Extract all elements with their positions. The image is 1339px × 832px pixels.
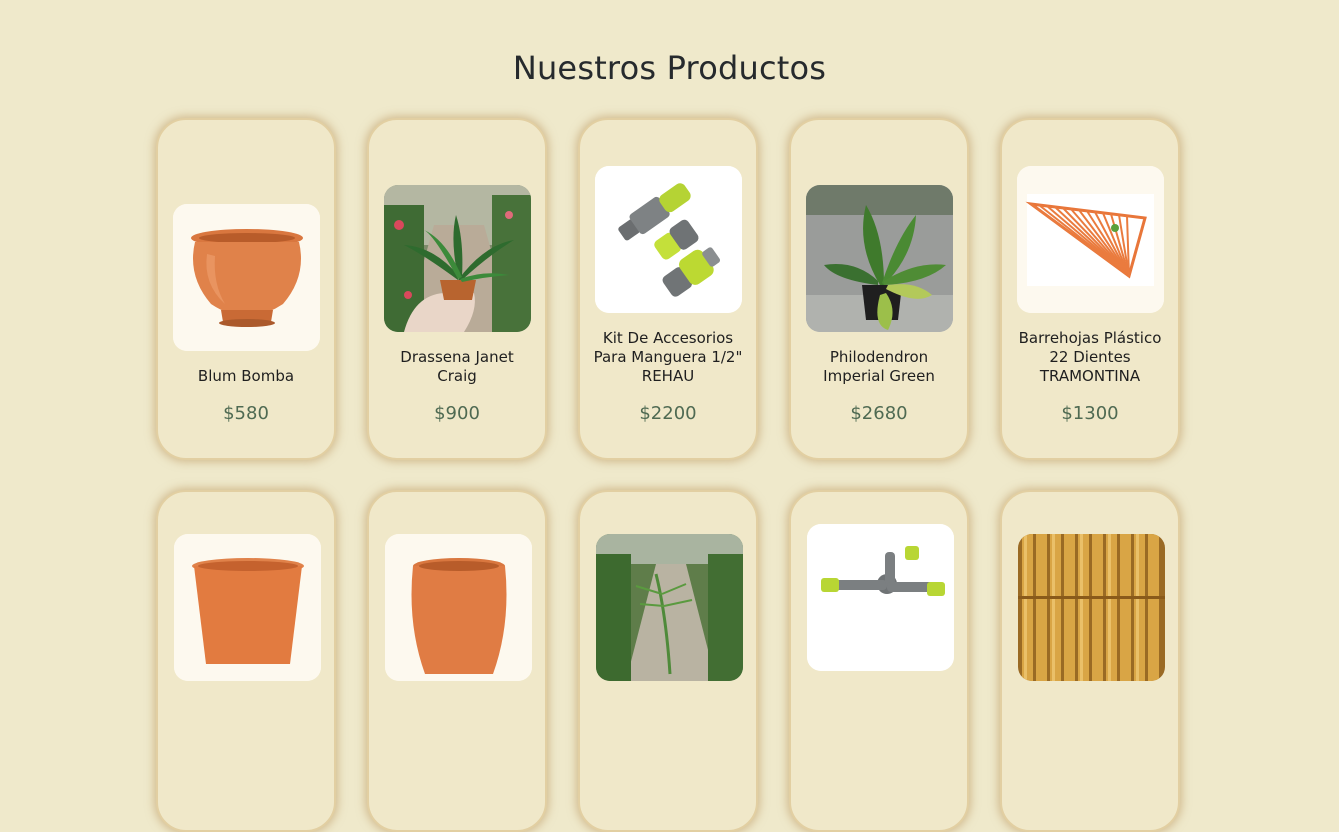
- product-image-dracaena[interactable]: [383, 185, 531, 332]
- product-image-philodendron[interactable]: [805, 185, 953, 332]
- product-image-palm-nursery[interactable]: [596, 534, 743, 681]
- product-card[interactable]: [578, 490, 758, 832]
- product-card[interactable]: Kit De Accesorios Para Manguera 1/2" REH…: [578, 118, 758, 460]
- product-card[interactable]: [1000, 490, 1180, 832]
- product-price: $580: [223, 403, 269, 424]
- product-name[interactable]: Kit De Accesorios Para Manguera 1/2" REH…: [593, 329, 743, 386]
- product-price: $1300: [1061, 403, 1119, 424]
- product-name[interactable]: Drassena Janet Craig: [382, 348, 532, 386]
- product-image-bamboo[interactable]: [1018, 534, 1165, 681]
- product-grid: Blum Bomba $580 Drassena Janet Craig $90…: [156, 118, 1180, 832]
- product-image-sprinkler[interactable]: [807, 524, 954, 671]
- product-card[interactable]: Philodendron Imperial Green $2680: [789, 118, 969, 460]
- product-name[interactable]: Barrehojas Plástico 22 Dientes TRAMONTIN…: [1015, 329, 1165, 386]
- product-image-terracotta-pot-wide[interactable]: [174, 534, 321, 681]
- product-card[interactable]: Blum Bomba $580: [156, 118, 336, 460]
- product-card[interactable]: [367, 490, 547, 832]
- product-card[interactable]: Barrehojas Plástico 22 Dientes TRAMONTIN…: [1000, 118, 1180, 460]
- product-price: $2200: [639, 403, 697, 424]
- product-price: $900: [434, 403, 480, 424]
- product-image-terracotta-pot-tall[interactable]: [385, 534, 532, 681]
- product-name[interactable]: Philodendron Imperial Green: [804, 348, 954, 386]
- product-image-hose-kit[interactable]: [594, 166, 742, 313]
- product-card[interactable]: [789, 490, 969, 832]
- product-card[interactable]: Drassena Janet Craig $900: [367, 118, 547, 460]
- product-price: $2680: [850, 403, 908, 424]
- product-name[interactable]: Blum Bomba: [171, 367, 321, 386]
- product-image-terracotta-pot[interactable]: [172, 204, 320, 351]
- page-title: Nuestros Productos: [512, 49, 827, 88]
- product-image-leaf-rake[interactable]: [1016, 166, 1164, 313]
- product-card[interactable]: [156, 490, 336, 832]
